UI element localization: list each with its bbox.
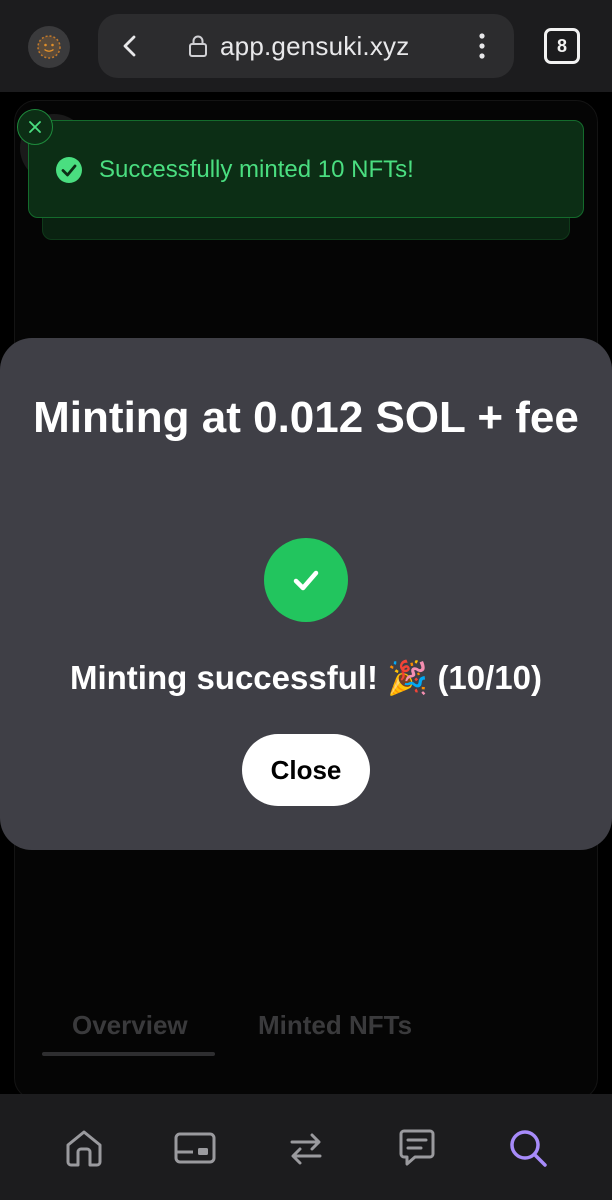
checkmark-icon	[293, 570, 319, 591]
active-tab-indicator	[42, 1052, 215, 1056]
url-text[interactable]: app.gensuki.xyz	[220, 30, 409, 62]
swap-icon[interactable]	[284, 1126, 328, 1170]
bottom-navigation	[0, 1094, 612, 1200]
close-button[interactable]: Close	[242, 734, 370, 806]
tab-switcher-button[interactable]: 8	[544, 28, 580, 64]
chat-icon[interactable]	[395, 1126, 439, 1170]
close-icon	[29, 121, 41, 133]
tab-overview[interactable]: Overview	[72, 1008, 188, 1042]
lock-icon	[189, 35, 207, 57]
minting-modal: Minting at 0.012 SOL + fee Minting succe…	[0, 338, 612, 850]
success-toast: Successfully minted 10 NFTs!	[28, 120, 584, 218]
address-bar[interactable]: app.gensuki.xyz	[98, 14, 514, 78]
back-arrow-icon[interactable]	[116, 32, 144, 60]
profile-avatar[interactable]	[28, 26, 70, 68]
toast-message: Successfully minted 10 NFTs!	[99, 156, 414, 183]
search-icon[interactable]	[506, 1126, 550, 1170]
modal-title: Minting at 0.012 SOL + fee	[33, 393, 579, 442]
wallet-icon[interactable]	[173, 1126, 217, 1170]
home-icon[interactable]	[62, 1126, 106, 1170]
toast-close-button[interactable]	[17, 109, 53, 145]
more-options-icon[interactable]	[470, 30, 494, 62]
app-screen: app.gensuki.xyz 8 Successfully minted 10…	[0, 0, 612, 1200]
avatar-icon	[37, 35, 61, 59]
browser-toolbar: app.gensuki.xyz 8	[0, 0, 612, 92]
minting-status-text: Minting successful! 🎉 (10/10)	[69, 659, 543, 696]
check-circle-icon	[56, 157, 82, 183]
tab-minted-nfts[interactable]: Minted NFTs	[258, 1008, 412, 1042]
success-badge	[264, 538, 348, 622]
